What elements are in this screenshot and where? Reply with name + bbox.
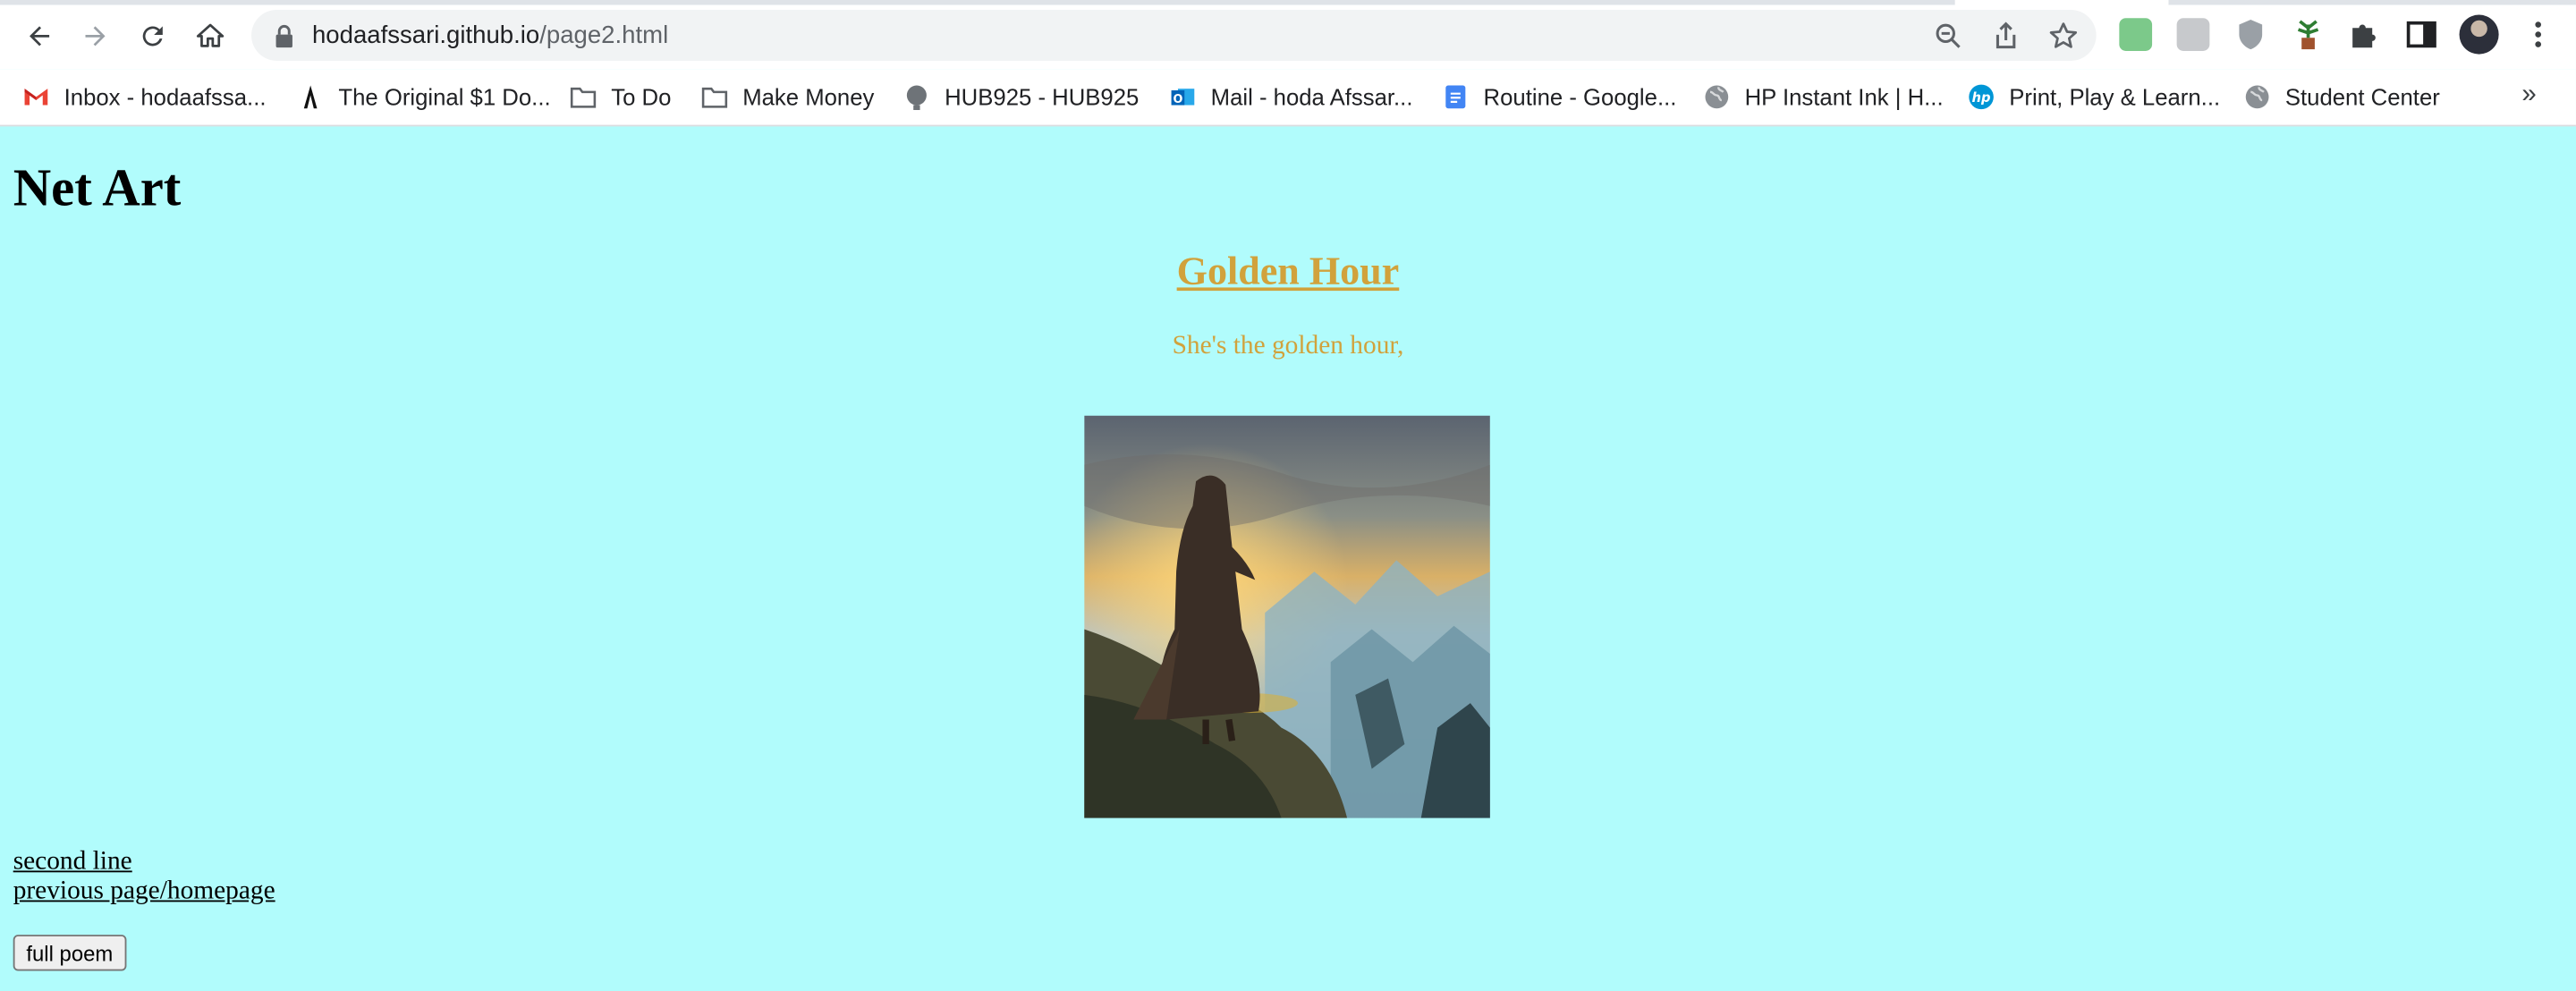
bookmark-inbox[interactable]: Inbox - hodaafssa... xyxy=(23,80,267,114)
address-bar[interactable]: hodaafssari.github.io/page2.html xyxy=(251,10,2097,61)
bookmark-student-center[interactable]: Student Center xyxy=(2244,80,2440,114)
bookmark-hub925[interactable]: HUB925 - HUB925 xyxy=(903,80,1139,114)
bookmark-label: Routine - Google... xyxy=(1483,83,1677,111)
hub-icon xyxy=(906,85,927,111)
avatar[interactable] xyxy=(2459,14,2499,55)
bookmarks-bar: Inbox - hodaafssa... The Original $1 Do.… xyxy=(0,69,2576,127)
bookmark-original[interactable]: The Original $1 Do... xyxy=(297,80,551,114)
plant-icon[interactable] xyxy=(2292,18,2325,51)
folder-icon xyxy=(570,87,597,108)
arrow-right-icon xyxy=(85,26,106,47)
bookmark-label: HP Instant Ink | H... xyxy=(1744,83,1944,111)
bookmark-label: Inbox - hodaafssa... xyxy=(64,83,267,111)
browser-window: hodaafssari.github.io/page2.html Inbox -… xyxy=(0,0,2576,991)
bookmark-folder-make-money[interactable]: Make Money xyxy=(701,80,874,114)
poem-line: She's the golden hour, xyxy=(1172,332,1404,360)
extension-gray-icon[interactable] xyxy=(2176,18,2210,51)
progress-line xyxy=(0,0,1955,5)
arrow-left-icon xyxy=(30,26,50,47)
share-icon[interactable] xyxy=(1989,20,2022,53)
star-icon[interactable] xyxy=(2047,20,2080,53)
svg-text:O: O xyxy=(1173,93,1182,106)
more-vert-icon[interactable] xyxy=(2521,18,2555,51)
poem-title-link[interactable]: Golden Hour xyxy=(1177,251,1400,294)
side-panel-icon[interactable] xyxy=(2405,18,2438,51)
artwork-image xyxy=(1084,415,1490,818)
bookmark-routine[interactable]: Routine - Google... xyxy=(1443,80,1677,114)
bookmark-label: HUB925 - HUB925 xyxy=(945,83,1140,111)
hp-icon: hp xyxy=(1969,84,1994,110)
poem-title: Golden Hour xyxy=(0,251,2576,296)
shield-icon[interactable] xyxy=(2234,18,2267,51)
bookmark-label: Student Center xyxy=(2284,83,2440,111)
globe-icon xyxy=(1705,85,1729,109)
bookmark-folder-todo[interactable]: To Do xyxy=(570,80,671,114)
svg-text:hp: hp xyxy=(1972,90,1991,106)
progress-line xyxy=(2168,0,2576,5)
lock-icon xyxy=(275,25,292,48)
bookmarks-overflow-button[interactable]: » xyxy=(2521,80,2536,110)
forward-button[interactable] xyxy=(72,13,118,59)
folder-icon xyxy=(701,87,728,108)
zoom-icon[interactable] xyxy=(1932,20,1965,53)
globe-icon xyxy=(2245,85,2269,109)
bookmark-label: To Do xyxy=(611,83,672,111)
reload-button[interactable] xyxy=(130,13,175,59)
url-host: hodaafssari.github.io xyxy=(311,21,540,50)
extension-green-icon[interactable] xyxy=(2119,18,2153,51)
outlook-icon: O xyxy=(1171,89,1195,106)
url-path: /page2.html xyxy=(539,21,669,50)
url-text: hodaafssari.github.io/page2.html xyxy=(312,21,668,49)
full-poem-button[interactable]: full poem xyxy=(13,935,126,971)
puzzle-icon[interactable] xyxy=(2348,18,2381,51)
home-button[interactable] xyxy=(187,13,233,59)
reload-icon xyxy=(142,26,163,47)
previous-page-link[interactable]: previous page/homepage xyxy=(13,877,275,907)
brand-a-icon xyxy=(303,85,318,109)
google-docs-icon xyxy=(1445,85,1466,109)
page-content: Net Art Golden Hour She's the golden hou… xyxy=(0,126,2576,991)
bookmark-mail[interactable]: O Mail - hoda Afssar... xyxy=(1170,80,1413,114)
bookmark-label: Make Money xyxy=(742,83,875,111)
browser-toolbar: hodaafssari.github.io/page2.html xyxy=(0,0,2576,70)
gmail-icon xyxy=(24,89,48,106)
bookmark-label: Print, Play & Learn... xyxy=(2009,83,2221,111)
bookmark-label: The Original $1 Do... xyxy=(338,83,551,111)
second-line-link[interactable]: second line xyxy=(13,848,275,877)
bookmark-hp-instant-ink[interactable]: HP Instant Ink | H... xyxy=(1704,80,1944,114)
bookmark-label: Mail - hoda Afssar... xyxy=(1210,83,1413,111)
nav-links: second line previous page/homepage xyxy=(13,848,275,907)
page-title: Net Art xyxy=(13,157,182,217)
home-icon xyxy=(196,23,225,47)
bookmark-print-play-learn[interactable]: hp Print, Play & Learn... xyxy=(1968,80,2220,114)
back-button[interactable] xyxy=(16,13,62,59)
